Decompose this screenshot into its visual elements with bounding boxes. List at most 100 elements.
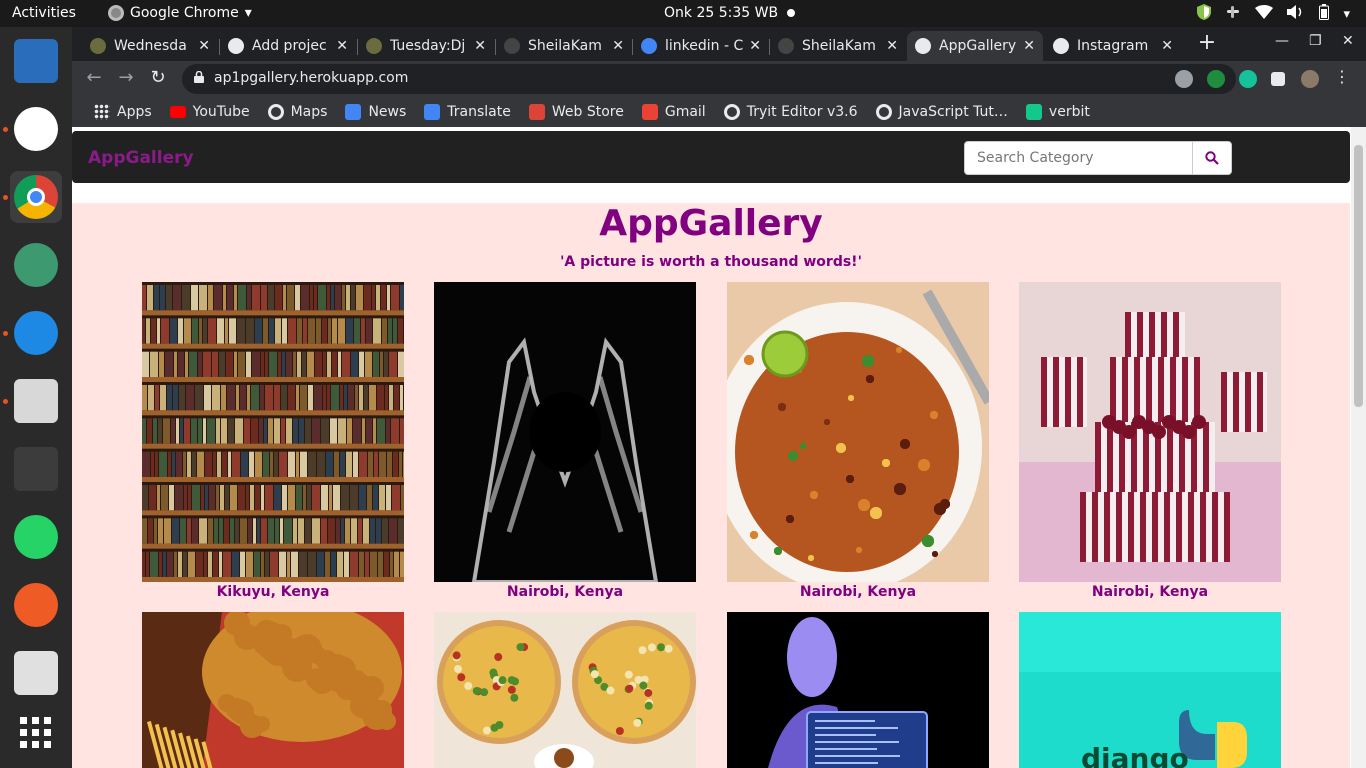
bookmark-youtube[interactable]: YouTube (162, 99, 258, 125)
dock-whatsapp[interactable] (10, 511, 62, 563)
system-top-bar: Activities Google Chrome ▾ Onk 25 5:35 W… (0, 0, 1366, 27)
forward-button[interactable]: → (114, 67, 138, 91)
scrollbar-thumb[interactable] (1354, 145, 1363, 407)
gallery-card[interactable]: Nairobi, Kenya (434, 282, 696, 600)
atom-icon (14, 243, 58, 287)
close-tab-icon[interactable]: ✕ (474, 38, 486, 54)
bookmark-gmail[interactable]: Gmail (634, 99, 714, 125)
tab-appgallery[interactable]: AppGallery ✕ (907, 31, 1043, 61)
search-button[interactable] (1192, 141, 1232, 175)
gallery-card[interactable]: Kikuyu, Kenya (142, 282, 404, 600)
dock-google-chrome[interactable] (10, 171, 62, 223)
gallery-card[interactable]: django (1019, 612, 1281, 768)
site-brand-link[interactable]: AppGallery (88, 148, 194, 168)
plant-favicon-icon (366, 38, 382, 54)
minimize-button[interactable]: — (1275, 33, 1289, 49)
gallery-card[interactable] (727, 612, 989, 768)
page-scrollbar[interactable] (1351, 127, 1366, 768)
dock-terminal[interactable] (10, 443, 62, 495)
browser-toolbar: ← → ↻ ap1pgallery.herokuapp.com ☆ ⋮ (72, 61, 1366, 97)
close-tab-icon[interactable]: ✕ (336, 38, 348, 54)
dock-show-apps[interactable] (10, 707, 62, 759)
dock-reader[interactable] (10, 647, 62, 699)
new-tab-button[interactable]: + (1194, 32, 1220, 56)
dock-document-viewer[interactable] (10, 35, 62, 87)
bookmark-translate[interactable]: Translate (416, 99, 519, 125)
tab-sheilakam[interactable]: SheilaKam ✕ (770, 31, 906, 61)
dock-vs-code[interactable] (10, 307, 62, 359)
plant-favicon-icon (90, 38, 106, 54)
gallery-card[interactable]: Nairobi, Kenya (727, 282, 989, 600)
close-tab-icon[interactable]: ✕ (749, 38, 761, 54)
tab-title: AppGallery (939, 38, 1017, 54)
tab-linkedin-c[interactable]: linkedin - C ✕ (633, 31, 769, 61)
tab-wednesda[interactable]: Wednesda ✕ (82, 31, 218, 61)
tab-instagram[interactable]: Instagram ✕ (1045, 31, 1181, 61)
dock-postman[interactable] (10, 579, 62, 631)
pizzas-image[interactable] (434, 612, 696, 768)
bookmark-news[interactable]: News (337, 99, 414, 125)
close-tab-icon[interactable]: ✕ (612, 38, 624, 54)
bookmark-maps[interactable]: Maps (260, 99, 336, 125)
extension-speed-icon[interactable] (1175, 70, 1193, 88)
address-bar[interactable]: ap1pgallery.herokuapp.com ☆ (182, 64, 1236, 94)
hacker-laptop-image[interactable] (727, 612, 989, 768)
search-icon (1205, 151, 1219, 165)
chrome-menu-icon[interactable]: ⋮ (1334, 67, 1352, 86)
extension-grammarly-icon[interactable] (1239, 70, 1257, 88)
battery-icon[interactable] (1319, 4, 1330, 24)
extension-utorrent-icon[interactable] (1207, 70, 1225, 88)
django-python-image[interactable]: django (1019, 612, 1281, 768)
clock[interactable]: Onk 25 5:35 WB (664, 5, 778, 21)
running-indicator (3, 195, 8, 200)
system-menu-chevron-icon[interactable]: ▾ (1343, 7, 1350, 22)
tab-sheilakam[interactable]: SheilaKam ✕ (496, 31, 632, 61)
xray-heart-hands-image[interactable] (434, 282, 696, 582)
tab-add-projec[interactable]: Add projec ✕ (220, 31, 356, 61)
extensions-puzzle-icon[interactable] (1271, 72, 1285, 86)
reload-button[interactable]: ↻ (146, 67, 170, 91)
bookmark-web-store[interactable]: Web Store (521, 99, 632, 125)
bookmark-verbit[interactable]: verbit (1018, 99, 1098, 125)
gallery-card[interactable] (434, 612, 696, 768)
dock-slack[interactable] (10, 103, 62, 155)
profile-avatar[interactable] (1301, 70, 1319, 88)
maximize-button[interactable]: ❐ (1309, 33, 1322, 49)
wifi-icon[interactable] (1255, 5, 1274, 23)
bookmark-label: verbit (1048, 104, 1090, 120)
close-tab-icon[interactable]: ✕ (886, 38, 898, 54)
striped-wedding-cake-image[interactable] (1019, 282, 1281, 582)
bean-stew-image[interactable] (727, 282, 989, 582)
url-text[interactable]: ap1pgallery.herokuapp.com (214, 70, 408, 86)
bookmark-label: Web Store (551, 104, 624, 120)
app-menu[interactable]: Google Chrome ▾ (108, 5, 252, 21)
image-location-caption: Nairobi, Kenya (1091, 584, 1209, 600)
close-tab-icon[interactable]: ✕ (1161, 38, 1173, 54)
dock-atom[interactable] (10, 239, 62, 291)
close-tab-icon[interactable]: ✕ (198, 38, 210, 54)
tab-title: SheilaKam (802, 38, 876, 54)
bookmark-javascript-tut[interactable]: JavaScript Tut… (868, 99, 1016, 125)
slack-tray-icon[interactable] (1225, 4, 1241, 24)
site-navbar: AppGallery (72, 131, 1350, 183)
bookshelf-image[interactable] (142, 282, 404, 582)
bookmark-label: JavaScript Tut… (898, 104, 1008, 120)
close-tab-icon[interactable]: ✕ (1023, 38, 1035, 54)
lock-icon[interactable] (194, 71, 204, 83)
activities-button[interactable]: Activities (12, 5, 76, 21)
tab-tuesday-dj[interactable]: Tuesday:Dj ✕ (358, 31, 494, 61)
gallery-card[interactable] (142, 612, 404, 768)
bookmark-apps[interactable]: Apps (86, 99, 160, 125)
bookmark-tryit-editor-v3-6[interactable]: Tryit Editor v3.6 (716, 99, 866, 125)
fried-chicken-bucket-image[interactable] (142, 612, 404, 768)
search-category-input[interactable] (964, 141, 1194, 175)
dock-files[interactable] (10, 375, 62, 427)
close-window-button[interactable]: ✕ (1342, 33, 1354, 49)
system-tray[interactable]: ▾ (1197, 4, 1350, 24)
volume-icon[interactable] (1287, 5, 1305, 23)
back-button[interactable]: ← (82, 67, 106, 91)
web-store-icon (528, 104, 545, 120)
gallery-card[interactable]: Nairobi, Kenya (1019, 282, 1281, 600)
tab-title: SheilaKam (528, 38, 602, 54)
shield-icon[interactable] (1197, 4, 1212, 24)
